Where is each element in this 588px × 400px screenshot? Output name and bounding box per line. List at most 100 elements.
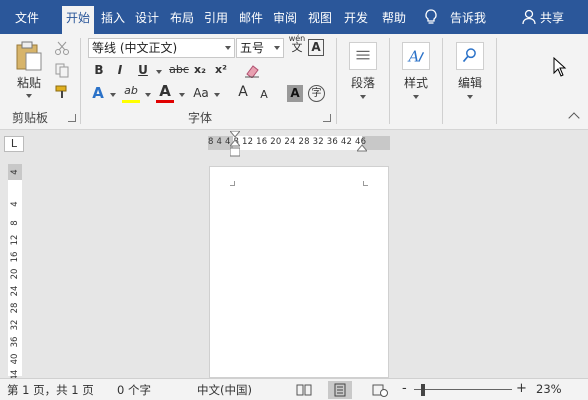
font-color-dropdown[interactable] bbox=[179, 93, 185, 97]
tab-view[interactable]: 视图 bbox=[304, 6, 336, 30]
ribbon: 粘贴 剪贴板 等线 (中文正文) 五号 wén 文 A B I U abc x₂… bbox=[0, 34, 588, 130]
tab-review[interactable]: 审阅 bbox=[269, 6, 301, 30]
subscript-button[interactable]: x₂ bbox=[192, 63, 208, 76]
document-page[interactable] bbox=[209, 166, 389, 378]
format-painter-icon[interactable] bbox=[54, 84, 70, 100]
tab-developer[interactable]: 开发 bbox=[338, 6, 374, 30]
vertical-ruler-tick: 12 bbox=[10, 234, 20, 246]
vertical-ruler-tick: 8 bbox=[10, 220, 20, 226]
highlight-dropdown[interactable] bbox=[145, 93, 151, 97]
text-effects-button[interactable]: A bbox=[90, 84, 106, 102]
vertical-ruler-tick: 16 bbox=[10, 251, 20, 263]
underline-button[interactable]: U bbox=[136, 63, 150, 77]
vertical-ruler-tick: 36 bbox=[10, 336, 20, 348]
character-shading-button[interactable]: A bbox=[287, 85, 303, 102]
paste-dropdown[interactable] bbox=[26, 94, 32, 98]
group-divider bbox=[496, 38, 497, 124]
margin-corner-mark bbox=[230, 181, 235, 186]
shrink-font-button[interactable]: A bbox=[258, 88, 270, 101]
paste-icon[interactable] bbox=[14, 40, 44, 72]
page-count[interactable]: 第 1 页，共 1 页 bbox=[7, 382, 94, 398]
word-count[interactable]: 0 个字 bbox=[117, 382, 151, 398]
font-name-combobox[interactable]: 等线 (中文正文) bbox=[88, 38, 235, 58]
web-layout-button[interactable] bbox=[368, 381, 392, 399]
cut-icon[interactable] bbox=[54, 40, 70, 56]
text-effects-dropdown[interactable] bbox=[110, 93, 116, 97]
lightbulb-icon[interactable] bbox=[422, 8, 440, 26]
page-icon bbox=[334, 383, 346, 397]
margin-corner-mark bbox=[363, 181, 368, 186]
vertical-ruler-tick: 20 bbox=[10, 268, 20, 280]
zoom-in-button[interactable]: + bbox=[516, 381, 527, 396]
group-divider bbox=[80, 38, 81, 124]
group-divider bbox=[389, 38, 390, 124]
tab-references[interactable]: 引用 bbox=[200, 6, 232, 30]
vertical-ruler[interactable]: 4 4 8 12 16 20 24 28 32 36 40 44 bbox=[8, 164, 22, 380]
editing-label: 编辑 bbox=[457, 76, 482, 90]
zoom-slider-thumb[interactable] bbox=[421, 384, 425, 396]
paragraph-icon bbox=[349, 42, 377, 70]
strikethrough-button[interactable]: abc bbox=[168, 63, 190, 76]
chevron-down-icon bbox=[413, 95, 419, 99]
read-mode-button[interactable] bbox=[292, 381, 316, 399]
font-launcher[interactable] bbox=[323, 114, 331, 122]
styles-label: 样式 bbox=[403, 76, 428, 90]
styles-button[interactable]: A 样式 bbox=[396, 38, 436, 104]
clipboard-group-label: 剪贴板 bbox=[12, 111, 49, 125]
superscript-button[interactable]: x² bbox=[213, 63, 229, 76]
vertical-ruler-tick: 24 bbox=[10, 285, 20, 297]
editing-button[interactable]: 编辑 bbox=[450, 38, 490, 104]
phonetic-guide-button[interactable]: wén 文 bbox=[288, 34, 306, 53]
svg-text:A: A bbox=[407, 48, 420, 66]
change-case-button[interactable]: Aa bbox=[190, 86, 212, 100]
search-icon bbox=[456, 42, 484, 70]
indent-marker-icon[interactable] bbox=[230, 131, 240, 157]
print-layout-button[interactable] bbox=[328, 381, 352, 399]
web-page-icon bbox=[372, 384, 388, 397]
ribbon-tab-bar: 文件 开始 插入 设计 布局 引用 邮件 审阅 视图 开发 帮助 告诉我 共享 bbox=[0, 0, 588, 34]
paragraph-button[interactable]: 段落 bbox=[343, 38, 383, 104]
tell-me-search[interactable]: 告诉我 bbox=[450, 6, 486, 30]
grow-font-button[interactable]: A bbox=[235, 84, 251, 100]
font-group-label: 字体 bbox=[188, 111, 213, 125]
tab-mailings[interactable]: 邮件 bbox=[235, 6, 267, 30]
font-color-button[interactable]: A bbox=[156, 82, 174, 100]
paragraph-label: 段落 bbox=[350, 76, 375, 90]
bold-button[interactable]: B bbox=[92, 63, 106, 77]
tab-insert[interactable]: 插入 bbox=[97, 6, 129, 30]
vertical-ruler-tick: 28 bbox=[10, 302, 20, 314]
language-indicator[interactable]: 中文(中国) bbox=[197, 382, 252, 398]
zoom-level[interactable]: 23% bbox=[536, 382, 562, 396]
enclose-characters-button[interactable]: 字 bbox=[308, 85, 325, 102]
vertical-ruler-tick: 4 bbox=[10, 201, 20, 207]
tab-layout[interactable]: 布局 bbox=[166, 6, 198, 30]
right-indent-marker-icon[interactable] bbox=[357, 144, 367, 152]
tab-file[interactable]: 文件 bbox=[10, 6, 44, 30]
paste-button[interactable]: 粘贴 bbox=[14, 74, 44, 91]
tab-home[interactable]: 开始 bbox=[62, 6, 94, 34]
zoom-out-button[interactable]: - bbox=[402, 381, 407, 396]
share-button[interactable]: 共享 bbox=[540, 6, 564, 30]
person-icon bbox=[522, 9, 536, 25]
change-case-dropdown[interactable] bbox=[214, 93, 220, 97]
clipboard-launcher[interactable] bbox=[68, 114, 76, 122]
font-size-value: 五号 bbox=[240, 41, 265, 55]
underline-dropdown[interactable] bbox=[156, 70, 162, 74]
zoom-slider-track[interactable] bbox=[414, 389, 512, 390]
tab-selector[interactable]: L bbox=[4, 136, 24, 152]
highlight-button[interactable]: ab bbox=[122, 84, 140, 97]
clear-formatting-icon[interactable] bbox=[244, 64, 260, 78]
styles-icon: A bbox=[402, 42, 430, 70]
italic-button[interactable]: I bbox=[114, 63, 126, 77]
vertical-ruler-tick: 4 bbox=[10, 169, 20, 175]
character-border-button[interactable]: A bbox=[308, 39, 324, 56]
tab-design[interactable]: 设计 bbox=[131, 6, 163, 30]
vertical-ruler-tick: 40 bbox=[10, 353, 20, 365]
tab-help[interactable]: 帮助 bbox=[378, 6, 410, 30]
vertical-ruler-tick: 32 bbox=[10, 319, 20, 331]
font-size-combobox[interactable]: 五号 bbox=[236, 38, 284, 58]
chevron-down-icon bbox=[467, 95, 473, 99]
chevron-down-icon bbox=[225, 46, 231, 50]
collapse-ribbon-icon[interactable] bbox=[568, 112, 580, 124]
copy-icon[interactable] bbox=[54, 62, 70, 78]
